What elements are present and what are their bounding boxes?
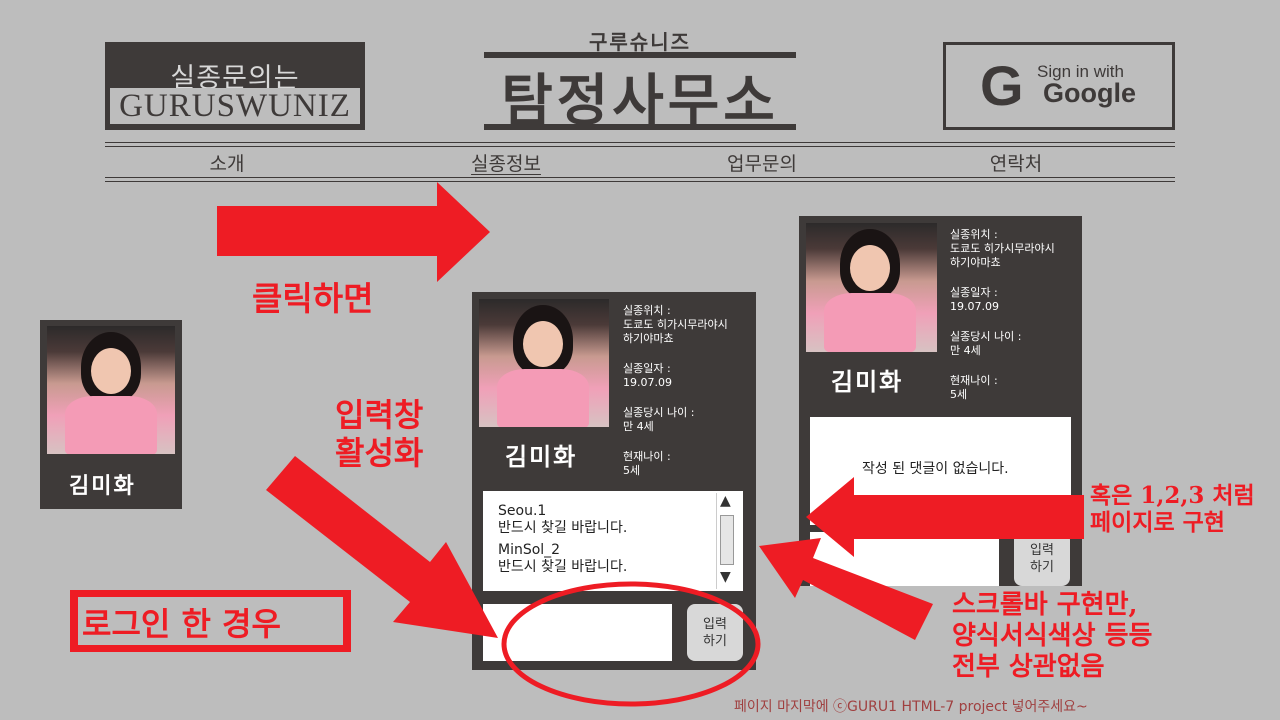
nav-rule <box>105 146 1175 147</box>
date-label: 실종일자 : <box>950 286 998 299</box>
scroll-annotation: 스크롤바 구현만, 양식서식색상 등등 전부 상관없음 <box>952 590 1153 682</box>
child-photo <box>479 299 609 427</box>
login-case-annotation: 로그인 한 경우 <box>82 605 281 643</box>
comment-user: Seou.1 <box>498 503 547 519</box>
comment-text: 반드시 찾길 바랍니다. <box>498 559 628 575</box>
age-value: 만 4세 <box>623 420 654 433</box>
nav-item-contact[interactable]: 연락처 <box>946 149 1086 176</box>
missing-person-card[interactable]: 김미화 <box>40 320 182 509</box>
person-name: 김미화 <box>831 368 904 396</box>
current-age-value: 5세 <box>950 388 968 401</box>
nav-item-inquiry[interactable]: 업무문의 <box>692 149 832 176</box>
footer-note: 페이지 마지막에 ⓒGURU1 HTML-7 project 넣어주세요~ <box>734 699 1088 715</box>
comment-text: 반드시 찾길 바랍니다. <box>498 520 628 536</box>
location-value: 도쿄도 히가시무라야시 하기야마쵸 <box>950 242 1055 269</box>
child-photo <box>47 326 175 454</box>
site-subtitle: 구루슈니즈 <box>589 30 691 54</box>
age-label: 실종당시 나이 : <box>950 330 1022 343</box>
comment-list[interactable]: Seou.1 반드시 찾길 바랍니다. MinSol_2 반드시 찾길 바랍니다… <box>483 491 743 591</box>
date-value: 19.07.09 <box>950 300 999 313</box>
logo-line2: GURUSWUNIZ <box>110 88 360 124</box>
google-icon: G <box>980 54 1024 117</box>
current-age-label: 현재나이 : <box>623 450 671 463</box>
diagonal-arrow-icon <box>759 538 933 640</box>
title-rule-bottom <box>484 124 796 130</box>
location-label: 실종위치 : <box>950 228 998 241</box>
person-name: 김미화 <box>505 443 578 471</box>
click-annotation: 클릭하면 <box>252 279 374 318</box>
right-arrow-icon <box>217 182 490 282</box>
google-signin-line2: Google <box>1043 78 1136 108</box>
child-photo <box>806 223 937 352</box>
paging-annotation: 혹은 1,2,3 처럼 페이지로 구현 <box>1090 482 1255 536</box>
highlight-ellipse <box>501 581 761 707</box>
age-label: 실종당시 나이 : <box>623 406 695 419</box>
age-value: 만 4세 <box>950 344 981 357</box>
scroll-up-icon[interactable]: ▲ <box>720 493 731 509</box>
comment-user: MinSol_2 <box>498 542 561 558</box>
scrollbar-thumb[interactable] <box>720 515 734 565</box>
nav-item-intro[interactable]: 소개 <box>157 149 297 176</box>
person-name: 김미화 <box>69 474 136 499</box>
location-value: 도쿄도 히가시무라야시 하기야마쵸 <box>623 318 728 345</box>
current-age-label: 현재나이 : <box>950 374 998 387</box>
current-age-value: 5세 <box>623 464 641 477</box>
nav-rule <box>105 142 1175 143</box>
input-activation-annotation: 입력창 활성화 <box>335 396 424 472</box>
date-value: 19.07.09 <box>623 376 672 389</box>
nav-rule <box>105 177 1175 178</box>
date-label: 실종일자 : <box>623 362 671 375</box>
location-label: 실종위치 : <box>623 304 671 317</box>
nav-item-missing-info[interactable]: 실종정보 <box>436 149 576 176</box>
